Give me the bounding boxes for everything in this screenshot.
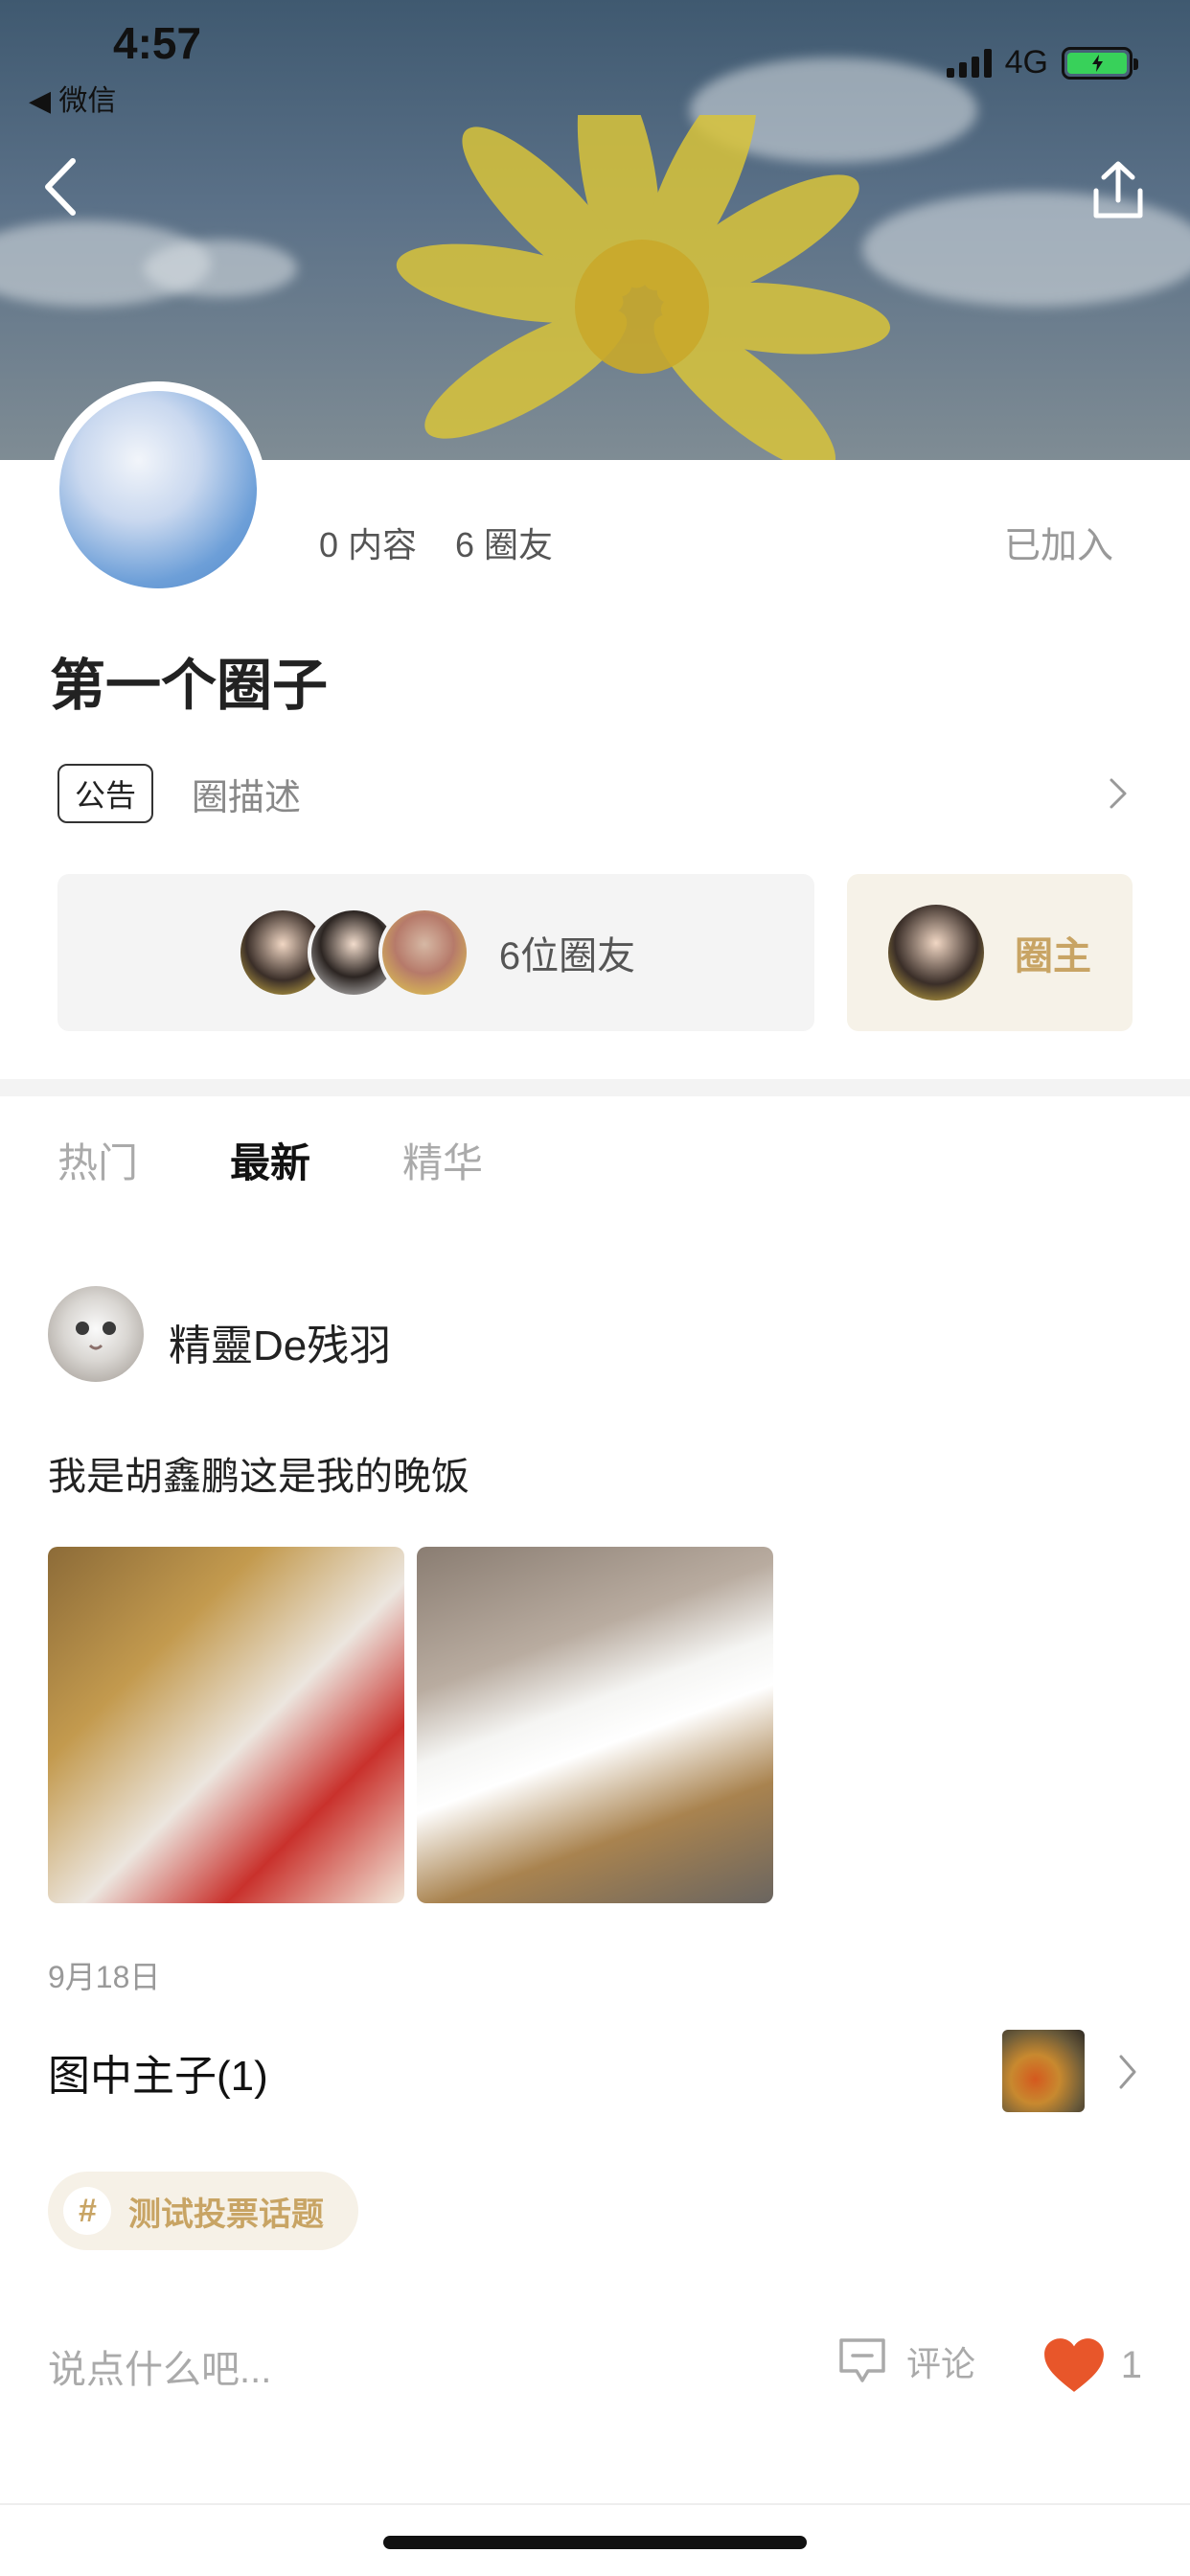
status-time: 4:57 <box>113 18 202 68</box>
back-icon[interactable] <box>34 153 92 220</box>
topic-title: 图中主子(1) <box>48 2053 268 2100</box>
owner-card[interactable]: 圈主 <box>847 874 1133 1031</box>
joined-status-button[interactable]: 已加入 <box>1004 516 1113 568</box>
chevron-right-icon <box>1119 2055 1136 2089</box>
topic-thumbnail <box>1002 2030 1085 2112</box>
notice-row[interactable]: 公告 圈描述 <box>57 764 1133 823</box>
battery-icon <box>1062 46 1138 80</box>
comment-button[interactable]: 评论 <box>835 2334 975 2388</box>
owner-label: 圈主 <box>1015 935 1091 978</box>
share-icon[interactable] <box>1085 158 1152 225</box>
owner-avatar <box>888 905 984 1000</box>
post-author-name[interactable]: 精靈De残羽 <box>169 1311 391 1372</box>
section-divider <box>0 1079 1190 1096</box>
member-avatar <box>378 907 470 999</box>
hashtag-chip[interactable]: # 测试投票话题 <box>48 2172 358 2250</box>
heart-icon <box>1043 2338 1104 2392</box>
members-card[interactable]: 6位圈友 <box>57 874 814 1031</box>
hashtag-icon: # <box>63 2187 111 2235</box>
flower-image <box>396 115 891 460</box>
comment-input[interactable]: 说点什么吧... <box>48 2338 271 2394</box>
tab-hot[interactable]: 热门 <box>57 1131 138 1189</box>
circle-description: 圈描述 <box>192 777 302 818</box>
post-date: 9月18日 <box>48 1960 161 1994</box>
notice-tag: 公告 <box>57 764 154 823</box>
network-label: 4G <box>1004 44 1048 80</box>
comment-bar: 说点什么吧... 评论 1 <box>48 2327 1142 2404</box>
home-indicator[interactable] <box>383 2536 807 2549</box>
back-to-wechat[interactable]: ◀ 微信 <box>29 77 116 119</box>
post-author-avatar[interactable] <box>48 1286 144 1382</box>
bottom-divider <box>0 2503 1190 2505</box>
circle-avatar[interactable] <box>50 381 266 598</box>
members-label: 6位圈友 <box>498 935 636 978</box>
status-indicators: 4G <box>946 44 1138 81</box>
like-button[interactable]: 1 <box>1042 2336 1142 2394</box>
post-image[interactable] <box>417 1547 773 1903</box>
tab-featured[interactable]: 精华 <box>402 1131 483 1189</box>
comment-icon <box>839 2338 885 2382</box>
comment-label: 评论 <box>906 2344 976 2383</box>
hashtag-label: 测试投票话题 <box>128 2196 324 2233</box>
tab-latest[interactable]: 最新 <box>230 1131 310 1189</box>
post-image[interactable] <box>48 1547 404 1903</box>
circle-stats: 0 内容 6 圈友 <box>319 518 553 567</box>
post-text: 我是胡鑫鹏这是我的晚饭 <box>48 1456 469 1498</box>
like-count: 1 <box>1120 2343 1142 2386</box>
signal-icon <box>946 48 992 78</box>
topic-link-row[interactable]: 图中主子(1) <box>48 2030 1142 2112</box>
circle-title: 第一个圈子 <box>50 655 329 717</box>
feed-tabs: 热门 最新 精华 <box>57 1131 483 1189</box>
content-count[interactable]: 0 内容 <box>319 518 417 567</box>
chevron-right-icon <box>1110 778 1127 809</box>
member-avatars <box>236 907 470 999</box>
member-count[interactable]: 6 圈友 <box>455 518 553 567</box>
